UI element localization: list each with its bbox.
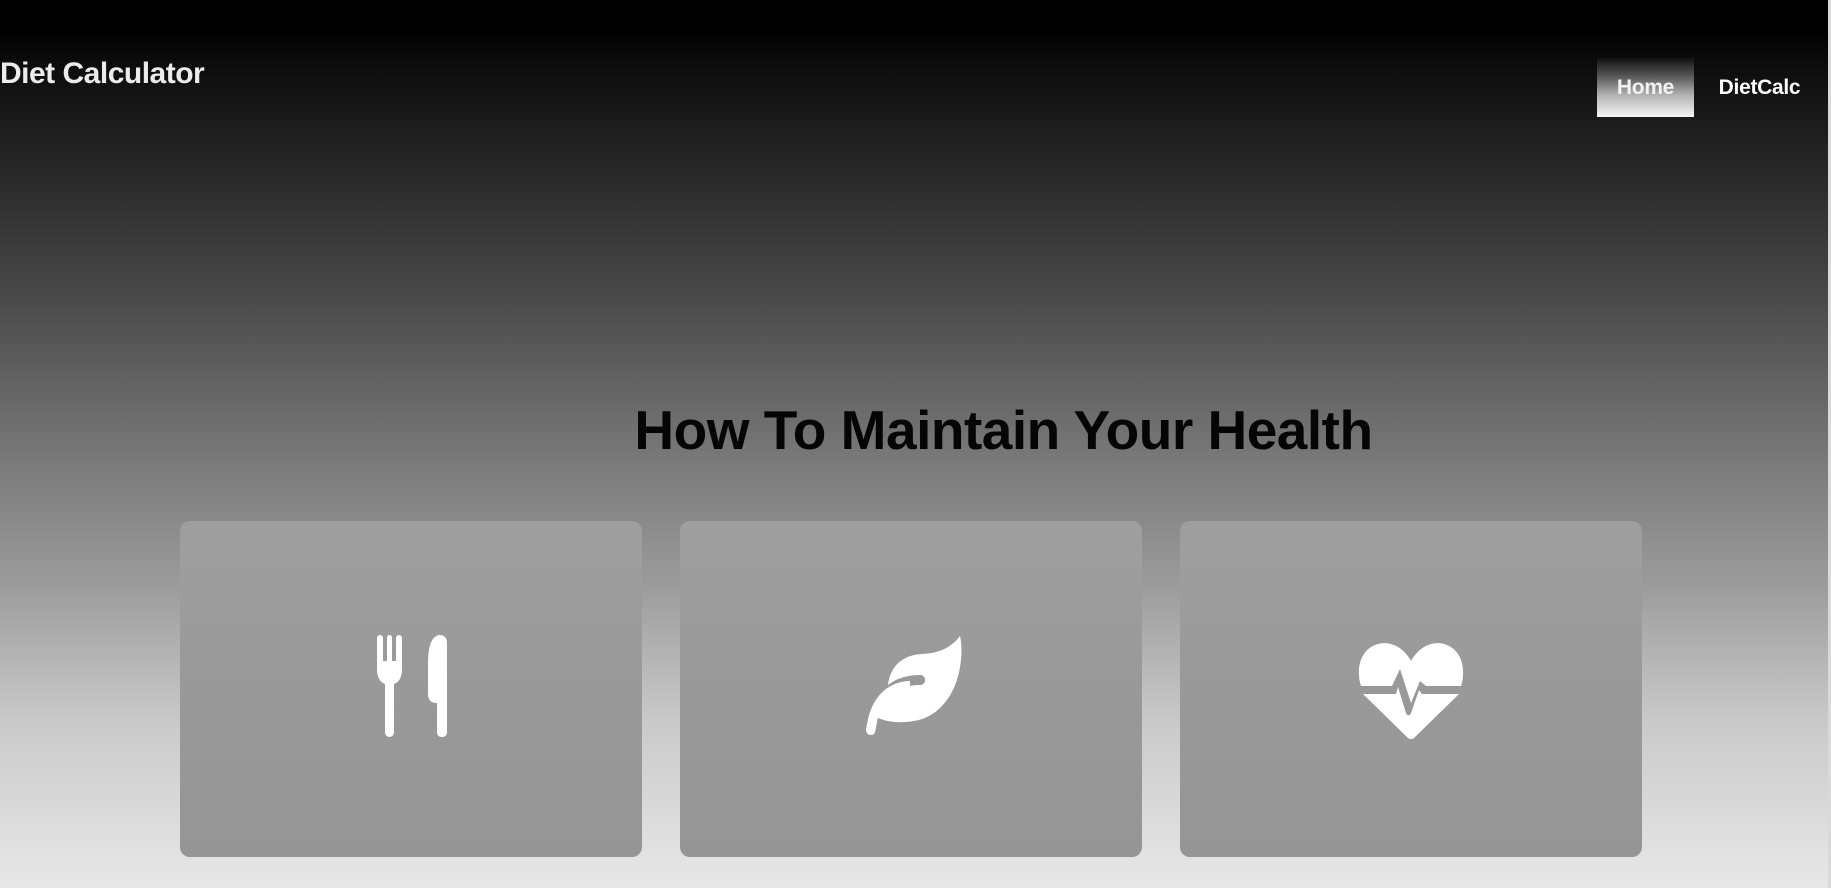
heart-pulse-icon — [1356, 631, 1466, 741]
nav-link-dietcalc[interactable]: DietCalc — [1701, 58, 1818, 117]
brand-title[interactable]: Diet Calculator — [0, 57, 205, 91]
main-nav: Home DietCalc — [1591, 58, 1831, 117]
section-heading: How To Maintain Your Health — [634, 399, 1373, 461]
utensils-icon — [356, 631, 466, 741]
leaf-icon — [856, 631, 966, 741]
page: Diet Calculator Home DietCalc How To Mai… — [0, 0, 1831, 888]
card-heart-health[interactable] — [1180, 521, 1642, 857]
card-nutrition[interactable] — [180, 521, 642, 857]
card-natural-food[interactable] — [680, 521, 1142, 857]
nav-link-home[interactable]: Home — [1597, 58, 1694, 117]
